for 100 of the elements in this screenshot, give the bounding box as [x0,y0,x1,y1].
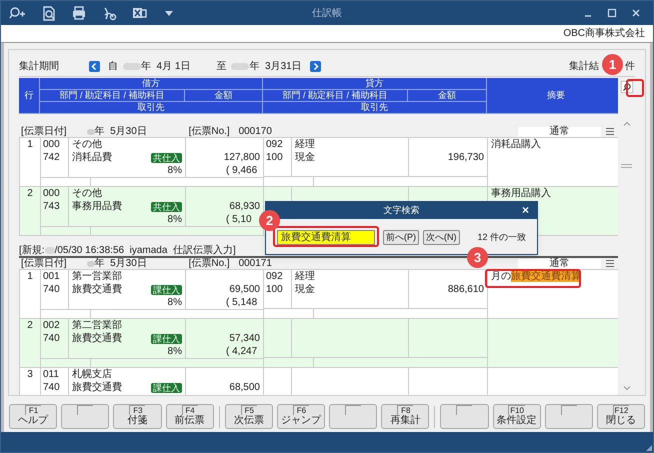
print-icon[interactable] [71,5,87,21]
tax-amount: ( 5,10 [225,213,252,226]
column-header: 部門 / 勘定科目 / 補助科目 [40,90,185,102]
memo-text: 事務用品購入 [491,188,551,199]
tax-amount: ( 9,466 [225,164,258,177]
tax-category-tag: 課仕入 [151,284,182,294]
department-code: 011 [43,368,60,381]
column-header: 借方 [40,78,263,90]
resize-grip-icon[interactable] [645,444,653,452]
account-code: 740 [43,381,61,394]
callout-frame [626,79,644,97]
redacted-mark [231,62,250,70]
voucher-number-label: [伝票No.] [188,125,231,139]
department-code: 092 [266,138,284,151]
function-key-button[interactable]: F3 付箋 [113,404,162,429]
department-name: 経理 [295,270,316,283]
amount: 69,500 [229,283,260,296]
column-header: 取引先 [263,102,487,114]
function-key-button[interactable]: F1 ヘルプ [9,404,58,429]
department-name: その他 [72,138,103,151]
result-count-label: 件 [625,60,635,74]
magnifier-page-icon[interactable] [41,5,57,21]
redacted-mark [86,260,95,266]
tax-category-tag: 共仕入 [151,152,182,162]
period-label: 集計期間 [19,60,59,74]
search-plus-icon[interactable] [9,5,27,21]
tax-rate: 8% [168,213,182,226]
redacted-mark [86,128,95,134]
menu-icon[interactable] [605,259,616,268]
amount: 68,930 [229,200,260,213]
function-key-button[interactable]: F8 再集計 [381,404,430,429]
account-name: 現金 [295,283,315,296]
scroll-thumb[interactable] [621,164,632,168]
date-label: [伝票日付] [21,257,67,271]
account-name: 消耗品費 [72,151,112,164]
tax-category-tag: 共仕入 [151,202,182,212]
account-name: 事務用品費 [72,200,122,213]
amount: 196,730 [448,151,484,164]
maximize-icon[interactable] [607,8,617,18]
account-code: 100 [266,283,284,296]
department-code: 000 [43,187,61,200]
voucher-type-field[interactable]: 通常 [518,258,602,268]
department-name: 第一営業部 [72,270,123,283]
function-key-button[interactable]: F6 ジャンプ [276,404,326,429]
previous-button[interactable]: 前へ(P) [383,230,419,245]
account-name: 旅費交通費 [72,283,122,296]
account-code: 100 [266,151,284,164]
amount: 68,500 [229,381,260,394]
row-number: 3 [27,368,33,382]
tax-category-tag: 課仕入 [151,334,182,344]
tax-rate: 8% [168,345,182,358]
department-name: その他 [72,187,103,200]
excel-icon[interactable] [131,5,147,21]
from-date: 年 4月 1日 [141,60,190,74]
amount: 886,610 [448,283,484,296]
column-header: 金額 [185,90,263,102]
previous-period-button[interactable] [89,60,100,72]
column-header: 取引先 [40,102,263,114]
function-key-button[interactable]: F12 閉じる [596,404,646,429]
voucher-type-field[interactable]: 通常 [518,126,602,136]
dialog-title: 文字検索 [384,204,420,217]
to-label: 至 [216,60,226,74]
tax-category-tag: 課仕入 [151,382,182,392]
department-name: 札幌支店 [72,368,113,381]
function-key-button[interactable]: F10 条件設定 [492,404,541,429]
next-period-button[interactable] [310,60,321,72]
search-field[interactable]: 旅費交通費清算 [277,230,375,245]
tax-amount: ( 4,247 [225,345,258,358]
tax-rate: 8% [168,164,182,177]
voucher-number: 000171 [238,257,272,271]
row-number: 2 [27,187,33,201]
column-header: 行 [19,78,40,114]
department-name: 経理 [295,138,316,151]
row-number: 2 [27,319,33,333]
account-name: 旅費交通費 [72,332,122,345]
voucher-date: 年 5月30日 [94,257,148,270]
function-key-button[interactable]: F4 前伝票 [166,404,214,429]
memo-text: 月の旅費交通費清算 [491,271,581,282]
column-header: 部門 / 勘定科目 / 補助科目 [263,90,408,102]
redacted-mark [44,246,55,254]
account-code: 743 [43,200,61,213]
result-label: 集計結 [569,60,599,74]
memo-text: 消耗品購入 [491,139,541,150]
function-key-button[interactable]: F5 次伝票 [224,404,273,429]
voucher-number: 000170 [238,125,272,139]
next-button[interactable]: 次へ(N) [423,230,460,245]
account-name: 現金 [295,151,315,164]
account-code: 740 [43,283,61,296]
menu-icon[interactable] [605,127,616,136]
department-code: 001 [43,270,61,283]
voucher-date: 年 5月30日 [94,125,148,139]
tax-amount: ( 5,148 [225,296,258,309]
voucher-number-label: [伝票No.] [188,257,231,271]
close-icon[interactable] [631,8,641,18]
column-header: 貸方 [263,78,487,90]
from-label: 自 [108,60,118,74]
amount: 57,340 [229,332,260,345]
close-button[interactable]: × [522,203,529,217]
department-code: 000 [43,138,61,151]
amount: 127,800 [224,151,260,164]
